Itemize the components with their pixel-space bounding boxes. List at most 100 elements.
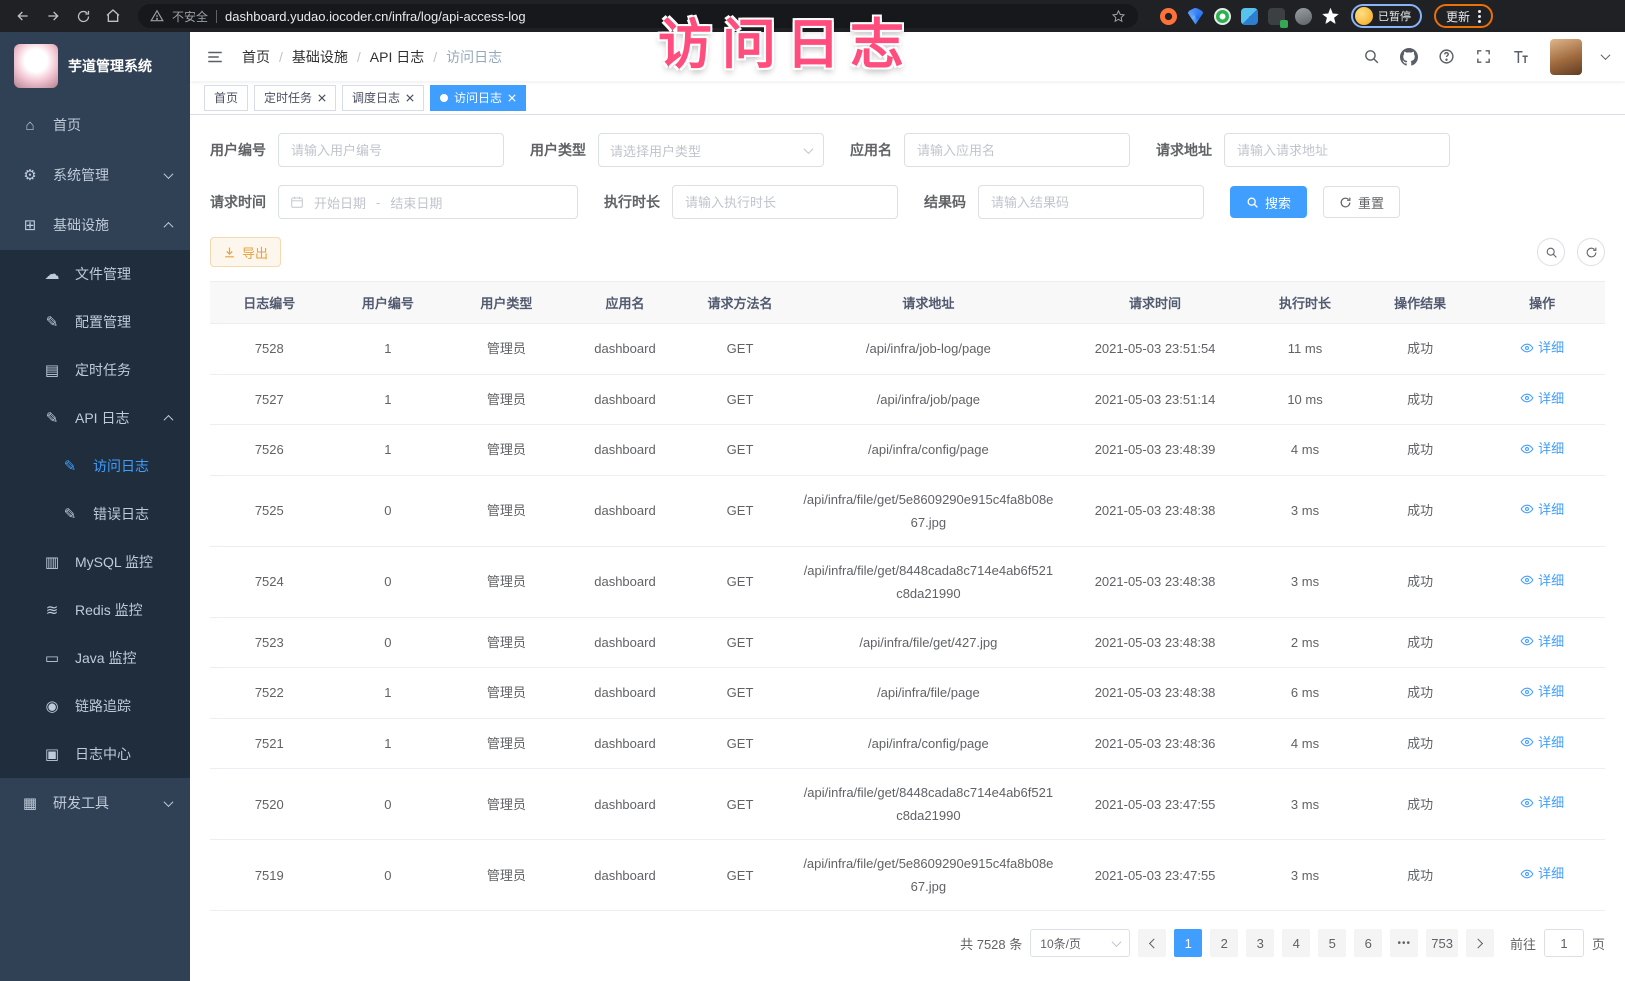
show-search-button[interactable] xyxy=(1537,238,1565,266)
sidebar-item-api-logs[interactable]: ✎ API 日志 xyxy=(0,394,190,442)
font-size-icon[interactable] xyxy=(1512,48,1530,66)
request-url-input[interactable] xyxy=(1224,133,1450,167)
sidebar-item-config-management[interactable]: ✎ 配置管理 xyxy=(0,298,190,346)
sidebar-item-home[interactable]: ⌂ 首页 xyxy=(0,100,190,150)
tab-label: 调度日志 xyxy=(352,89,400,106)
cell-time: 2021-05-03 23:48:36 xyxy=(1061,718,1249,769)
extension-icon[interactable] xyxy=(1241,8,1258,25)
update-label: 更新 xyxy=(1446,8,1470,25)
sidebar-item-label: 基础设施 xyxy=(53,215,109,235)
extension-icon[interactable] xyxy=(1322,8,1339,25)
sidebar-item-access-logs[interactable]: ✎ 访问日志 xyxy=(0,442,190,490)
page-content: 用户编号 用户类型 请选择用户类型 应用名 xyxy=(190,115,1625,981)
fullscreen-icon[interactable] xyxy=(1475,48,1492,65)
browser-forward-icon[interactable] xyxy=(40,3,66,29)
extension-icon[interactable] xyxy=(1187,8,1204,25)
sidebar-item-system-management[interactable]: ⚙ 系统管理 xyxy=(0,150,190,200)
sidebar-item-redis-monitor[interactable]: ≋ Redis 监控 xyxy=(0,586,190,634)
detail-link[interactable]: 详细 xyxy=(1520,630,1564,653)
cell-url: /api/infra/file/get/8448cada8c714e4ab6f5… xyxy=(796,769,1061,840)
search-button[interactable]: 搜索 xyxy=(1230,186,1307,218)
cell-duration: 11 ms xyxy=(1249,324,1361,375)
browser-update-button[interactable]: 更新 xyxy=(1434,4,1493,28)
bookmark-star-icon[interactable] xyxy=(1111,9,1126,24)
tab-home[interactable]: 首页 xyxy=(204,85,248,111)
sidebar-item-mysql-monitor[interactable]: ▥ MySQL 监控 xyxy=(0,538,190,586)
extension-icon[interactable] xyxy=(1295,8,1312,25)
next-page-button[interactable] xyxy=(1466,929,1494,957)
extension-icon[interactable] xyxy=(1268,8,1285,25)
tab-scheduled-jobs[interactable]: 定时任务 xyxy=(254,85,336,111)
page-button[interactable]: 4 xyxy=(1282,929,1310,957)
edit-icon: ✎ xyxy=(42,313,62,331)
sidebar-item-scheduled-jobs[interactable]: ▤ 定时任务 xyxy=(0,346,190,394)
browser-profile-chip[interactable]: 已暂停 xyxy=(1351,4,1422,28)
detail-link[interactable]: 详细 xyxy=(1520,569,1564,592)
refresh-table-button[interactable] xyxy=(1577,238,1605,266)
browser-home-icon[interactable] xyxy=(100,3,126,29)
sidebar-item-dev-tools[interactable]: ▦ 研发工具 xyxy=(0,778,190,828)
browser-menu-icon[interactable] xyxy=(1478,10,1481,23)
user-id-input[interactable] xyxy=(278,133,504,167)
request-time-range-picker[interactable]: 开始日期 - 结束日期 xyxy=(278,185,578,219)
export-button[interactable]: 导出 xyxy=(210,237,281,267)
page-button[interactable]: 1 xyxy=(1174,929,1202,957)
breadcrumb-item[interactable]: 基础设施 xyxy=(292,47,348,67)
reset-button[interactable]: 重置 xyxy=(1323,186,1400,218)
detail-link[interactable]: 详细 xyxy=(1520,387,1564,410)
main-area: 首页 / 基础设施 / API 日志 / 访问日志 xyxy=(190,32,1625,981)
cell-log-id: 7520 xyxy=(210,769,329,840)
sidebar-item-infrastructure[interactable]: ⊞ 基础设施 xyxy=(0,200,190,250)
breadcrumb-item[interactable]: API 日志 xyxy=(370,47,424,67)
user-type-select[interactable]: 请选择用户类型 xyxy=(598,133,824,167)
close-icon[interactable] xyxy=(406,94,414,102)
github-icon[interactable] xyxy=(1400,48,1418,66)
caret-down-icon[interactable] xyxy=(1601,50,1611,60)
filter-label: 用户编号 xyxy=(210,140,266,160)
sidebar-item-java-monitor[interactable]: ▭ Java 监控 xyxy=(0,634,190,682)
page-button[interactable]: 6 xyxy=(1354,929,1382,957)
page-button[interactable]: 753 xyxy=(1426,929,1458,957)
sidebar-item-trace[interactable]: ◉ 链路追踪 xyxy=(0,682,190,730)
search-icon[interactable] xyxy=(1363,48,1380,65)
extension-icon[interactable] xyxy=(1160,8,1177,25)
cell-method: GET xyxy=(684,546,796,617)
table-row: 75190管理员dashboardGET/api/infra/file/get/… xyxy=(210,840,1605,911)
sidebar-item-error-logs[interactable]: ✎ 错误日志 xyxy=(0,490,190,538)
page-button[interactable]: 5 xyxy=(1318,929,1346,957)
more-pages-button[interactable]: ••• xyxy=(1390,929,1418,957)
prev-page-button[interactable] xyxy=(1138,929,1166,957)
detail-link[interactable]: 详细 xyxy=(1520,862,1564,885)
app-name-input[interactable] xyxy=(904,133,1130,167)
detail-link[interactable]: 详细 xyxy=(1520,731,1564,754)
sidebar-item-log-center[interactable]: ▣ 日志中心 xyxy=(0,730,190,778)
tab-schedule-logs[interactable]: 调度日志 xyxy=(342,85,424,111)
close-icon[interactable] xyxy=(318,94,326,102)
address-bar[interactable]: 不安全 dashboard.yudao.iocoder.cn/infra/log… xyxy=(138,4,1138,28)
help-icon[interactable] xyxy=(1438,48,1455,65)
detail-link[interactable]: 详细 xyxy=(1520,791,1564,814)
detail-link[interactable]: 详细 xyxy=(1520,680,1564,703)
duration-input[interactable] xyxy=(672,185,898,219)
result-code-input[interactable] xyxy=(978,185,1204,219)
hamburger-icon[interactable] xyxy=(206,48,224,66)
tab-access-logs[interactable]: 访问日志 xyxy=(430,85,526,111)
close-icon[interactable] xyxy=(508,94,516,102)
goto-page-input[interactable] xyxy=(1544,929,1584,957)
browser-reload-icon[interactable] xyxy=(70,3,96,29)
page-button[interactable]: 3 xyxy=(1246,929,1274,957)
page-size-select[interactable]: 10条/页 xyxy=(1030,929,1130,957)
detail-link[interactable]: 详细 xyxy=(1520,498,1564,521)
page-button[interactable]: 2 xyxy=(1210,929,1238,957)
app-logo[interactable]: 芋道管理系统 xyxy=(0,32,190,100)
browser-back-icon[interactable] xyxy=(10,3,36,29)
detail-link[interactable]: 详细 xyxy=(1520,437,1564,460)
filter-user-id: 用户编号 xyxy=(210,133,504,167)
sidebar-item-file-management[interactable]: ☁ 文件管理 xyxy=(0,250,190,298)
breadcrumb-item[interactable]: 首页 xyxy=(242,47,270,67)
detail-link[interactable]: 详细 xyxy=(1520,336,1564,359)
extension-icon[interactable] xyxy=(1214,8,1231,25)
cell-result: 成功 xyxy=(1361,840,1480,911)
cell-user-id: 0 xyxy=(329,769,448,840)
user-avatar[interactable] xyxy=(1550,39,1582,75)
